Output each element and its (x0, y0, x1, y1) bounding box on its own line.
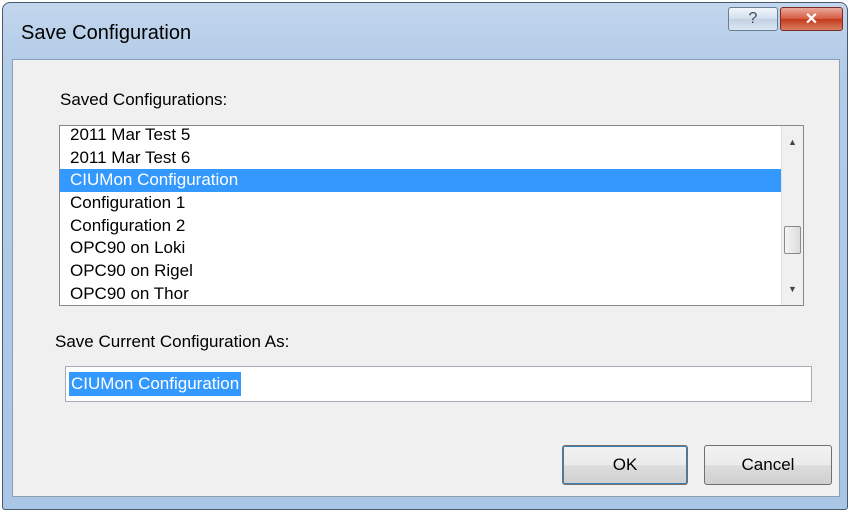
scroll-down-arrow-icon[interactable]: ▼ (782, 279, 803, 299)
list-item[interactable]: OPC90 on Thor (60, 283, 782, 305)
list-item[interactable]: 2011 Mar Test 5 (60, 126, 782, 147)
list-item[interactable]: OPC90 on Rigel (60, 260, 782, 283)
cancel-button[interactable]: Cancel (704, 445, 832, 485)
save-as-input[interactable]: CIUMon Configuration (65, 366, 812, 402)
saved-configurations-label: Saved Configurations: (60, 90, 228, 109)
close-button[interactable]: ✕ (780, 7, 843, 31)
scroll-thumb[interactable] (784, 226, 801, 254)
ok-button[interactable]: OK (562, 445, 688, 485)
saved-configurations-list[interactable]: 2011 Mar Test 5 2011 Mar Test 6 CIUMon C… (59, 125, 804, 306)
list-item[interactable]: OPC90 on Loki (60, 237, 782, 260)
list-item-selected[interactable]: CIUMon Configuration (60, 169, 782, 193)
vertical-scrollbar[interactable]: ▲ ▼ (781, 126, 803, 305)
list-item[interactable]: 2011 Mar Test 6 (60, 147, 782, 170)
help-button[interactable]: ? (728, 7, 778, 31)
close-icon: ✕ (804, 11, 819, 28)
save-as-label: Save Current Configuration As: (55, 332, 290, 351)
list-items-container: 2011 Mar Test 5 2011 Mar Test 6 CIUMon C… (60, 126, 782, 305)
dialog-body: Saved Configurations: 2011 Mar Test 5 20… (12, 59, 840, 497)
scroll-up-arrow-icon[interactable]: ▲ (782, 132, 803, 152)
save-configuration-dialog: Save Configuration ? ✕ Saved Configurati… (2, 2, 848, 510)
dialog-title: Save Configuration (21, 22, 192, 44)
help-icon: ? (748, 10, 758, 27)
title-bar[interactable]: Save Configuration ? ✕ (3, 3, 847, 59)
list-item[interactable]: Configuration 2 (60, 215, 782, 238)
list-item[interactable]: Configuration 1 (60, 192, 782, 215)
save-as-input-value[interactable]: CIUMon Configuration (69, 372, 242, 396)
